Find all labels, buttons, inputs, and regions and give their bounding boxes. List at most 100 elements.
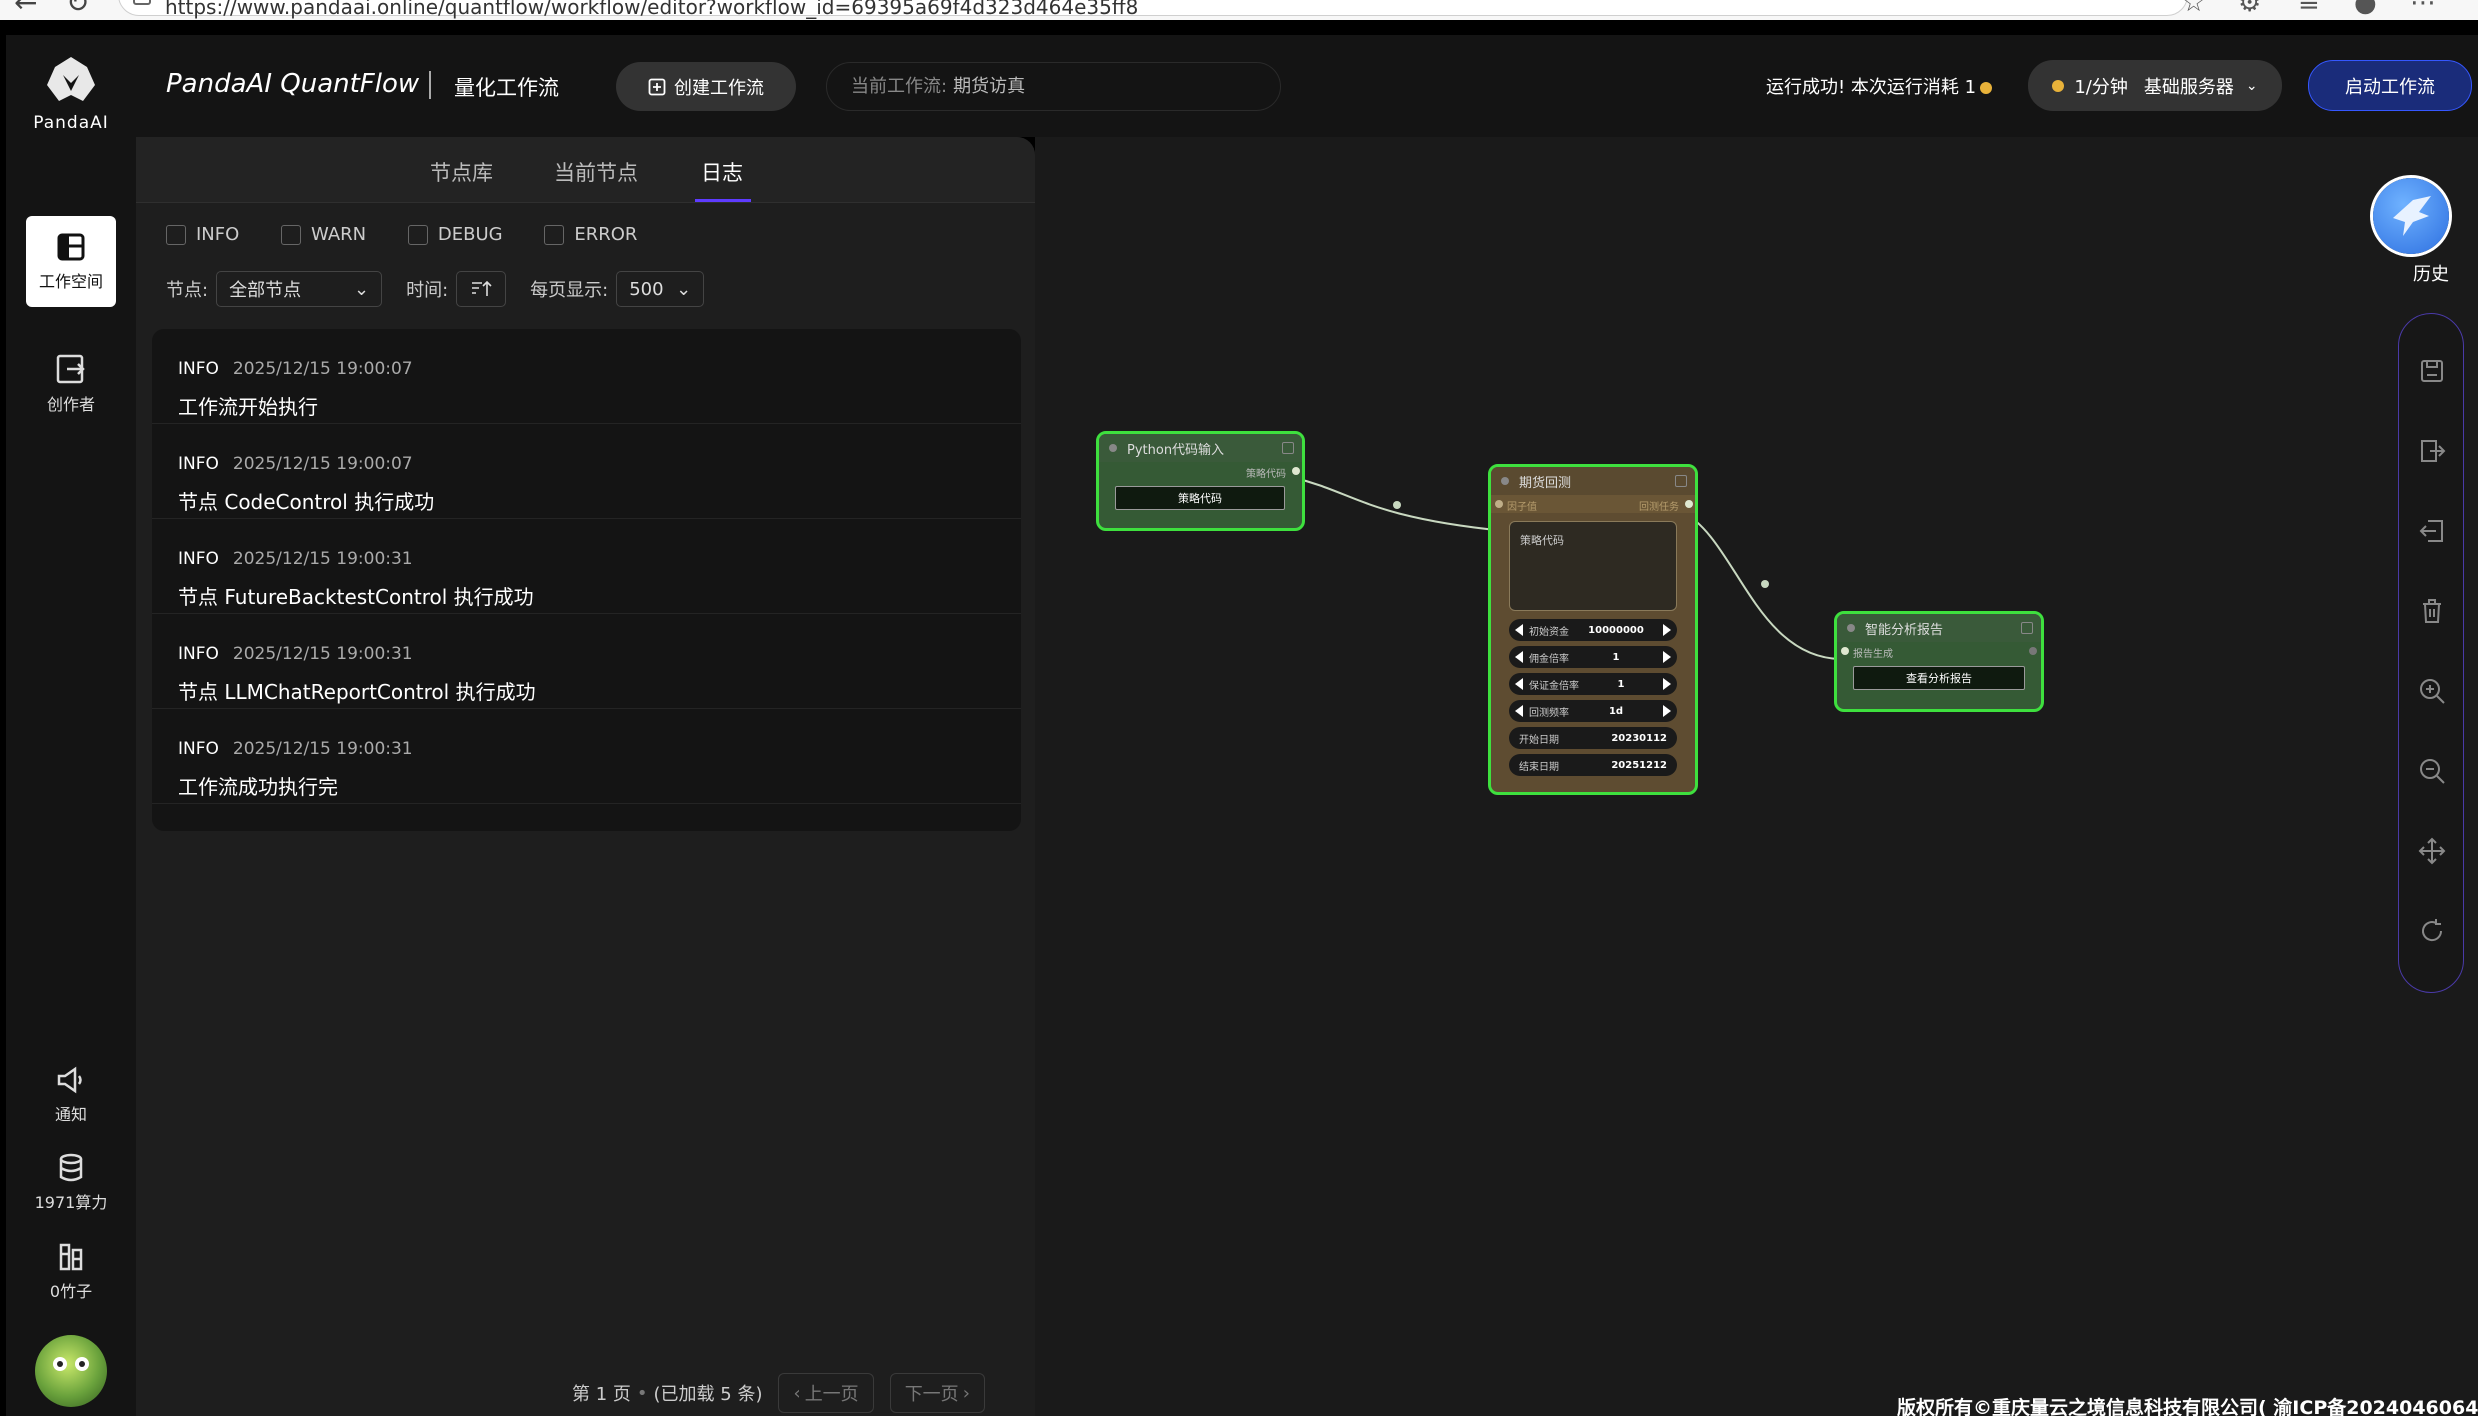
param-start-date[interactable]: 开始日期 20230112: [1509, 727, 1677, 749]
history-button[interactable]: [2373, 178, 2449, 254]
view-report-button[interactable]: 查看分析报告: [1853, 666, 2025, 690]
port-row: 策略代码: [1099, 462, 1302, 480]
increment-icon[interactable]: [1662, 624, 1671, 636]
left-rail: PandaAI 工作空间 创作者 通知 1971算力 0竹子: [6, 35, 136, 1416]
avatar[interactable]: [35, 1335, 107, 1407]
node-python-input[interactable]: Python代码输入 策略代码 策略代码: [1096, 431, 1305, 531]
decrement-icon[interactable]: [1515, 624, 1523, 636]
more-icon[interactable]: ⋯: [2410, 0, 2436, 18]
workspace-icon: [57, 233, 85, 261]
param-frequency[interactable]: 回测频率 1d: [1509, 700, 1677, 722]
loaded-count: (已加载 5 条): [653, 1384, 763, 1405]
address-url[interactable]: https://www.pandaai.online/quantflow/wor…: [165, 0, 1138, 19]
param-label: 初始资金: [1529, 626, 1569, 638]
star-icon[interactable]: ☆: [2182, 0, 2205, 18]
extensions-icon[interactable]: ⚙: [2238, 0, 2261, 18]
code-button[interactable]: 策略代码: [1115, 486, 1285, 510]
checkbox[interactable]: [166, 224, 186, 245]
sidebar-item-compute[interactable]: 1971算力: [6, 1153, 136, 1213]
checkbox[interactable]: [544, 224, 565, 245]
sidebar-item-workspace[interactable]: 工作空间: [26, 216, 116, 307]
log-message: 节点 FutureBacktestControl 执行成功: [178, 585, 534, 609]
favorites-icon[interactable]: ≡: [2298, 0, 2320, 18]
edge-futures-to-report[interactable]: [1681, 511, 1841, 660]
checkbox[interactable]: [281, 224, 302, 245]
param-end-date[interactable]: 结束日期 20251212: [1509, 754, 1677, 776]
current-workflow-field[interactable]: 当前工作流: 期货访真: [826, 62, 1281, 111]
prev-page-button[interactable]: ‹ 上一页: [778, 1373, 874, 1413]
tab-node-library[interactable]: 节点库: [430, 157, 493, 187]
log-entry: INFO 2025/12/15 19:00:31 节点 LLMChatReport…: [152, 614, 1021, 709]
edit-icon[interactable]: [1282, 442, 1294, 454]
code-input[interactable]: 策略代码: [1509, 521, 1677, 611]
chevron-down-icon: ⌄: [353, 278, 370, 300]
time-sort-button[interactable]: [456, 271, 507, 307]
node-filter-select[interactable]: 全部节点 ⌄: [216, 271, 383, 307]
output-port[interactable]: [2029, 647, 2037, 655]
refresh-icon[interactable]: [2415, 914, 2449, 948]
param-value: 10000000: [1588, 624, 1644, 636]
tab-logs[interactable]: 日志: [701, 157, 743, 187]
database-icon: [59, 1153, 83, 1182]
output-port[interactable]: [1685, 500, 1693, 508]
decrement-icon[interactable]: [1515, 705, 1523, 717]
node-futures-backtest[interactable]: 期货回测 因子值 回测任务 策略代码 初始资金 10000000 佣金倍率 1 …: [1488, 464, 1698, 795]
filter-error[interactable]: ERROR: [544, 224, 637, 245]
port-row: 因子值 回测任务: [1491, 495, 1695, 513]
input-port[interactable]: [1495, 500, 1503, 508]
export-icon[interactable]: [2415, 434, 2449, 468]
output-port[interactable]: [1292, 467, 1300, 475]
node-filter-value: 全部节点: [229, 280, 302, 301]
input-port[interactable]: [1841, 647, 1849, 655]
sidebar-item-bamboo[interactable]: 0竹子: [6, 1242, 136, 1302]
logo-text: PandaAI: [33, 113, 109, 133]
sidebar-item-notice[interactable]: 通知: [6, 1065, 136, 1125]
param-margin[interactable]: 保证金倍率 1: [1509, 673, 1677, 695]
decrement-icon[interactable]: [1515, 651, 1523, 663]
output-port-label: 回测任务: [1639, 502, 1679, 513]
page-number: 第 1 页: [572, 1384, 631, 1405]
active-tab-indicator: [695, 199, 751, 202]
edit-icon[interactable]: [1675, 475, 1687, 487]
log-entry: INFO 2025/12/15 19:00:07 工作流开始执行: [152, 329, 1021, 424]
edge-midpoint[interactable]: [1393, 501, 1401, 509]
tab-current-node[interactable]: 当前节点: [554, 157, 638, 187]
sidebar-item-creator[interactable]: 创作者: [6, 353, 136, 415]
trash-icon[interactable]: [2415, 594, 2449, 628]
per-page-select[interactable]: 500 ⌄: [616, 271, 705, 307]
reload-icon[interactable]: ↻: [66, 0, 89, 19]
save-icon[interactable]: [2415, 354, 2449, 388]
filter-debug[interactable]: DEBUG: [407, 224, 503, 245]
log-entry: INFO 2025/12/15 19:00:07 节点 CodeControl 执…: [152, 424, 1021, 519]
param-initial-capital[interactable]: 初始资金 10000000: [1509, 619, 1677, 641]
zoom-in-icon[interactable]: [2415, 674, 2449, 708]
edit-icon[interactable]: [2021, 622, 2033, 634]
increment-icon[interactable]: [1663, 651, 1671, 663]
start-workflow-button[interactable]: 启动工作流: [2308, 60, 2472, 111]
profile-icon[interactable]: ●: [2354, 0, 2377, 18]
decrement-icon[interactable]: [1515, 678, 1523, 690]
edge-midpoint[interactable]: [1761, 580, 1769, 588]
fit-view-icon[interactable]: [2415, 834, 2449, 868]
filter-warn[interactable]: WARN: [281, 224, 366, 245]
log-time: 2025/12/15 19:00:31: [232, 644, 413, 664]
per-page-value: 500: [629, 278, 664, 300]
create-workflow-button[interactable]: 创建工作流: [616, 62, 796, 111]
logo[interactable]: PandaAI: [6, 55, 136, 133]
zoom-out-icon[interactable]: [2415, 754, 2449, 788]
output-port-label: 策略代码: [1246, 469, 1286, 480]
checkbox[interactable]: [407, 224, 428, 245]
site-info-icon[interactable]: [133, 0, 151, 5]
workflow-canvas[interactable]: Python代码输入 策略代码 策略代码 期货回测 因子值 回测任务 策略代码 …: [1035, 137, 2478, 1416]
increment-icon[interactable]: [1663, 678, 1671, 690]
server-select[interactable]: 1/分钟 基础服务器 ⌄: [2028, 60, 2282, 111]
param-commission[interactable]: 佣金倍率 1: [1509, 646, 1677, 668]
back-icon[interactable]: ←: [14, 0, 37, 19]
next-page-button[interactable]: 下一页 ›: [889, 1373, 985, 1413]
increment-icon[interactable]: [1663, 705, 1671, 717]
import-icon[interactable]: [2415, 514, 2449, 548]
log-controls: 节点: 全部节点 ⌄ 时间: 每页显示: 500 ⌄: [166, 270, 705, 308]
filter-info[interactable]: INFO: [166, 224, 239, 245]
address-bar[interactable]: https://www.pandaai.online/quantflow/wor…: [118, 0, 2188, 19]
node-analysis-report[interactable]: 智能分析报告 报告生成 查看分析报告: [1834, 611, 2044, 712]
